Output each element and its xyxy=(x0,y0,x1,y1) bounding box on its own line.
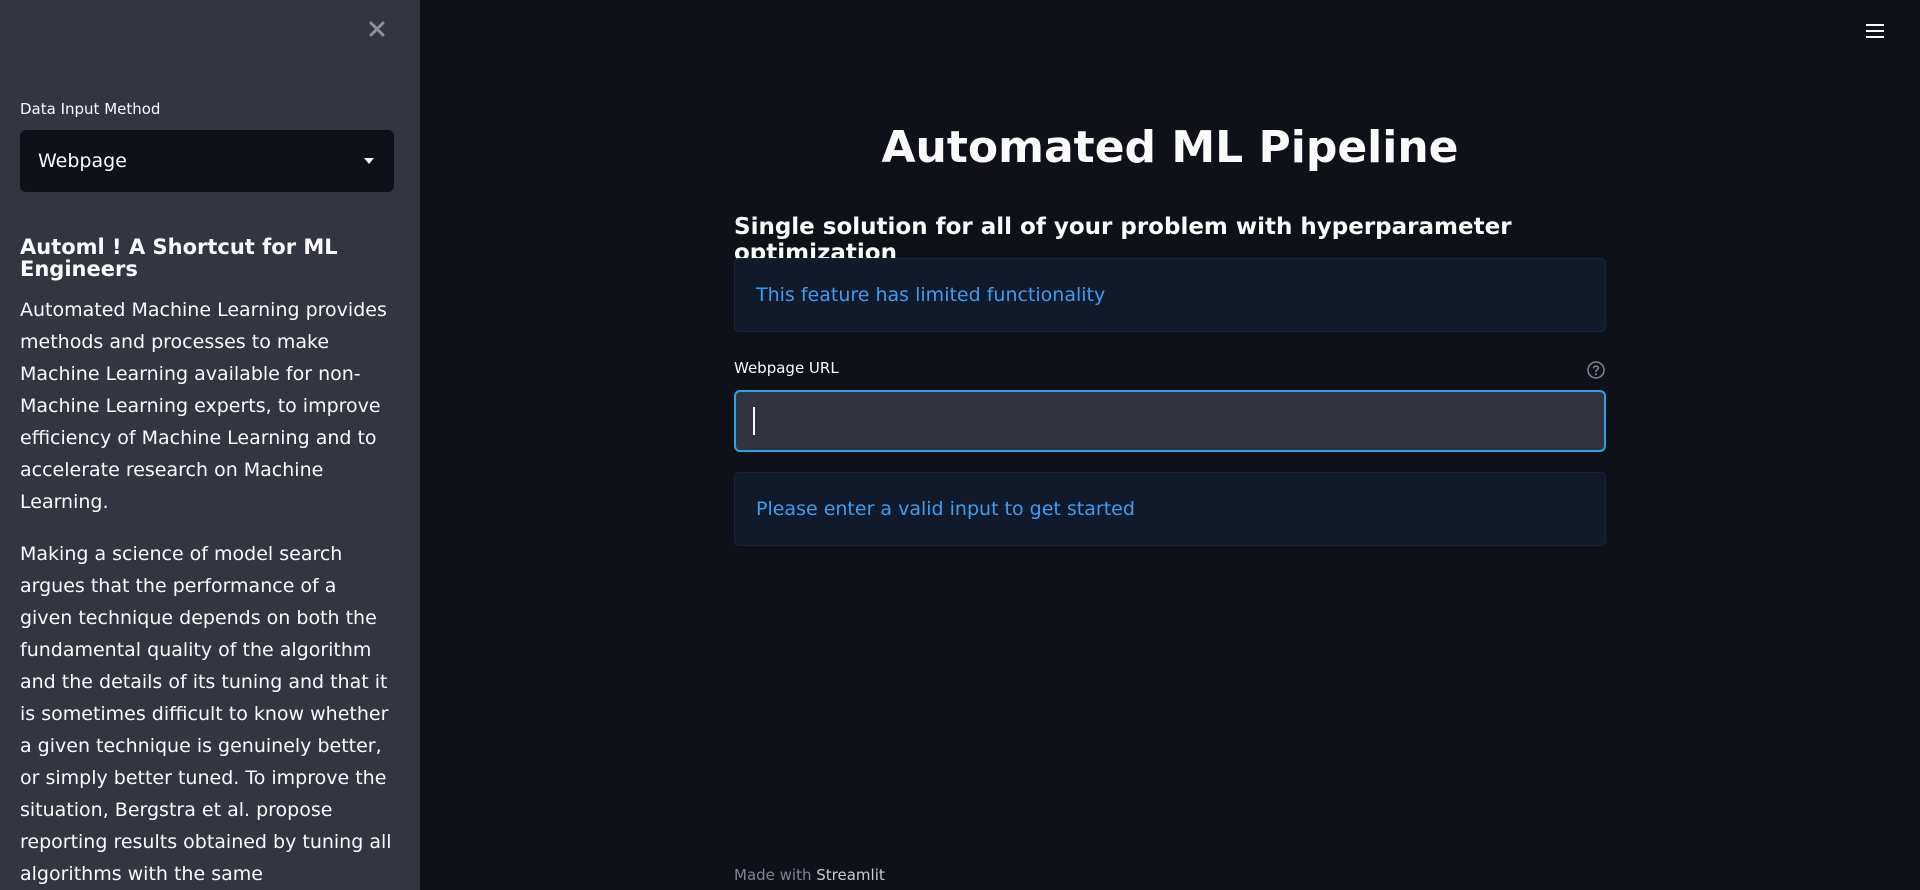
menu-bar xyxy=(1866,36,1884,38)
info-alert-prompt: Please enter a valid input to get starte… xyxy=(734,472,1606,546)
sidebar-paragraph-2: Making a science of model search argues … xyxy=(20,543,392,885)
chevron-down-icon xyxy=(364,158,374,164)
app-root: Data Input Method Webpage Automl ! A Sho… xyxy=(0,0,1920,890)
sidebar-paragraph-1: Automated Machine Learning provides meth… xyxy=(20,299,387,513)
info-alert-text: Please enter a valid input to get starte… xyxy=(756,498,1135,520)
sidebar-content: Data Input Method Webpage Automl ! A Sho… xyxy=(20,100,394,890)
input-method-selected-value: Webpage xyxy=(38,150,127,172)
webpage-url-input[interactable] xyxy=(734,390,1606,452)
input-method-select[interactable]: Webpage xyxy=(20,130,394,192)
close-icon[interactable] xyxy=(362,14,392,44)
sidebar: Data Input Method Webpage Automl ! A Sho… xyxy=(0,0,420,890)
help-icon[interactable] xyxy=(1586,360,1606,380)
page-title: Automated ML Pipeline xyxy=(881,122,1459,173)
input-method-label: Data Input Method xyxy=(20,100,161,118)
webpage-url-label: Webpage URL xyxy=(734,359,839,377)
hamburger-menu-icon[interactable] xyxy=(1866,20,1888,42)
sidebar-heading: Automl ! A Shortcut for ML Engineers xyxy=(20,235,338,281)
streamlit-link[interactable]: Streamlit xyxy=(816,866,885,884)
text-cursor xyxy=(753,407,755,435)
info-alert-text: This feature has limited functionality xyxy=(756,284,1106,306)
menu-bar xyxy=(1866,24,1884,26)
footer-prefix: Made with xyxy=(734,866,812,884)
footer: Made with Streamlit xyxy=(734,866,885,884)
menu-bar xyxy=(1866,30,1884,32)
info-alert-limited: This feature has limited functionality xyxy=(734,258,1606,332)
